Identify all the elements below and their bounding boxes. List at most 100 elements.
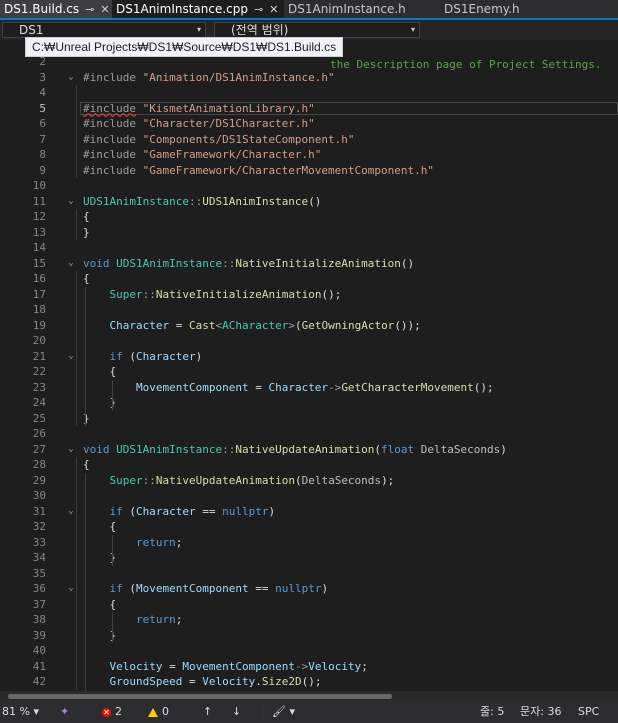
code-line[interactable]: 9 #include "GameFramework/CharacterMoveme… (0, 163, 618, 179)
code-line[interactable]: 6 #include "Character/DS1Character.h" (0, 116, 618, 132)
line-number: 12 (32, 210, 46, 223)
code-text: Character = Cast<ACharacter>(GetOwningAc… (109, 318, 421, 332)
code-line[interactable]: 38 return; (0, 612, 618, 628)
code-line[interactable]: 3 ⌄ #include "Animation/DS1AnimInstance.h" (0, 70, 618, 86)
scope-dropdown[interactable]: (전역 범위) ▾ (214, 22, 420, 38)
code-line[interactable]: 21 ⌄ if (Character) (0, 349, 618, 365)
fold-guide (76, 364, 77, 411)
warning-count[interactable]: 0 (148, 701, 169, 723)
zoom-level[interactable]: 81 % ▾ (2, 701, 39, 723)
code-line[interactable]: 5 #include "KismetAnimationLibrary.h" (0, 101, 618, 117)
fold-chevron-icon[interactable]: ⌄ (66, 581, 76, 597)
code-text: return; (135, 535, 183, 549)
code-line[interactable]: 18 (0, 302, 618, 318)
status-bar: 81 % ▾ ✦ ✕ 2 0 ↑ ↓ | 🖌 ▾ 줄: 5 문자: 36 SPC (0, 701, 618, 723)
pin-icon[interactable]: ⊸ (85, 3, 94, 16)
previous-issue-button[interactable]: ↑ (203, 701, 212, 723)
horizontal-scrollbar[interactable] (0, 691, 618, 701)
code-line[interactable]: 35 (0, 566, 618, 582)
code-line[interactable]: 29 Super::NativeUpdateAnimation(DeltaSec… (0, 473, 618, 489)
code-line[interactable]: 15 ⌄ void UDS1AnimInstance::NativeInitiali… (0, 256, 618, 272)
code-text: Super::NativeInitializeAnimation(); (109, 287, 342, 301)
fold-chevron-icon[interactable]: ⌄ (66, 194, 76, 210)
code-line[interactable]: 40 (0, 643, 618, 659)
line-number: 42 (32, 675, 46, 688)
code-line[interactable]: 17 Super::NativeInitializeAnimation(); (0, 287, 618, 303)
pin-icon[interactable]: ⊸ (254, 3, 263, 16)
ai-assist-icon[interactable]: ✦ (60, 701, 69, 723)
whitespace-mode[interactable]: SPC (578, 701, 599, 723)
code-text: MovementComponent = Character->GetCharac… (135, 380, 494, 394)
fold-chevron-icon[interactable]: ⌄ (66, 504, 76, 520)
tab-animinstance-h[interactable]: DS1AnimInstance.h (284, 0, 440, 18)
code-line[interactable]: 32 { (0, 519, 618, 535)
code-text: { (83, 597, 117, 611)
fold-guide (76, 209, 77, 240)
tab-build-cs[interactable]: DS1.Build.cs ⊸ ✕ (0, 0, 112, 18)
code-text: Super::NativeUpdateAnimation(DeltaSecond… (109, 473, 395, 487)
line-number: 29 (32, 473, 46, 487)
code-line[interactable]: 4 (0, 85, 618, 101)
code-line[interactable]: 26 (0, 426, 618, 442)
code-line[interactable]: 39 } (0, 628, 618, 644)
code-line[interactable]: 24 } (0, 395, 618, 411)
column-indicator[interactable]: 문자: 36 (520, 701, 561, 723)
divider: | (262, 705, 266, 718)
code-text: #include "Animation/DS1AnimInstance.h" (83, 70, 335, 84)
code-line[interactable]: 25} (0, 411, 618, 427)
next-issue-button[interactable]: ↓ (232, 701, 241, 723)
code-line[interactable]: 20 (0, 333, 618, 349)
code-line[interactable]: 16 { (0, 271, 618, 287)
tab-label: DS1Enemy.h (444, 2, 520, 16)
code-line[interactable]: 8 #include "GameFramework/Character.h" (0, 147, 618, 163)
code-line[interactable]: 28 { (0, 457, 618, 473)
code-line[interactable]: 33 return; (0, 535, 618, 551)
chevron-down-icon: ▾ (33, 705, 39, 718)
code-line[interactable]: 36 ⌄ if (MovementComponent == nullptr) (0, 581, 618, 597)
fold-chevron-icon[interactable]: ⌄ (66, 70, 76, 86)
line-number: 36 (32, 582, 46, 595)
indent-guide (85, 472, 86, 691)
code-line[interactable]: 27 ⌄ void UDS1AnimInstance::NativeUpdateAn… (0, 442, 618, 458)
code-line[interactable]: 7 #include "Components/DS1StateComponent.… (0, 132, 618, 148)
close-icon[interactable]: ✕ (269, 3, 278, 16)
line-number: 20 (32, 334, 46, 347)
tab-enemy-h[interactable]: DS1Enemy.h (440, 0, 560, 18)
scrollbar-thumb[interactable] (8, 694, 392, 699)
project-dropdown[interactable]: DS1 ▾ (2, 22, 206, 38)
code-line[interactable]: 13} (0, 225, 618, 241)
code-text: void UDS1AnimInstance::NativeInitializeA… (83, 256, 415, 270)
line-number: 3 (39, 70, 46, 84)
code-line[interactable]: 37 { (0, 597, 618, 613)
line-indicator[interactable]: 줄: 5 (480, 701, 504, 723)
code-line[interactable]: 30 (0, 488, 618, 504)
warning-icon (148, 707, 158, 717)
line-number: 33 (32, 535, 46, 549)
line-number: 28 (32, 458, 46, 471)
code-cleanup-button[interactable]: 🖌 ▾ (272, 701, 295, 723)
code-line[interactable]: 41 Velocity = MovementComponent->Velocit… (0, 659, 618, 675)
code-text: void UDS1AnimInstance::NativeUpdateAnima… (83, 442, 507, 456)
close-icon[interactable]: ✕ (100, 3, 109, 16)
code-line[interactable]: 12 { (0, 209, 618, 225)
tab-animinstance-cpp[interactable]: DS1AnimInstance.cpp ⊸ ✕ (112, 0, 284, 18)
error-count-value: 2 (115, 705, 122, 718)
code-line[interactable]: 19 Character = Cast<ACharacter>(GetOwnin… (0, 318, 618, 334)
code-line[interactable]: 42 GroundSpeed = Velocity.Size2D(); (0, 674, 618, 690)
code-line[interactable]: 14 (0, 240, 618, 256)
code-line[interactable]: 23 MovementComponent = Character->GetCha… (0, 380, 618, 396)
code-line[interactable]: 31 ⌄ if (Character == nullptr) (0, 504, 618, 520)
line-number: 21 (32, 349, 46, 363)
code-line[interactable]: 34 } (0, 550, 618, 566)
fold-chevron-icon[interactable]: ⌄ (66, 256, 76, 272)
fold-chevron-icon[interactable]: ⌄ (66, 349, 76, 365)
code-line[interactable]: 22 { (0, 364, 618, 380)
line-number: 19 (32, 318, 46, 332)
line-number: 32 (32, 520, 46, 533)
code-editor[interactable]: the Description page of Project Settings… (0, 40, 618, 691)
code-line[interactable]: 10 (0, 178, 618, 194)
error-count[interactable]: ✕ 2 (102, 701, 122, 723)
code-text: } (83, 411, 90, 425)
code-line[interactable]: 11 ⌄ UDS1AnimInstance::UDS1AnimInstance() (0, 194, 618, 210)
fold-chevron-icon[interactable]: ⌄ (66, 442, 76, 458)
